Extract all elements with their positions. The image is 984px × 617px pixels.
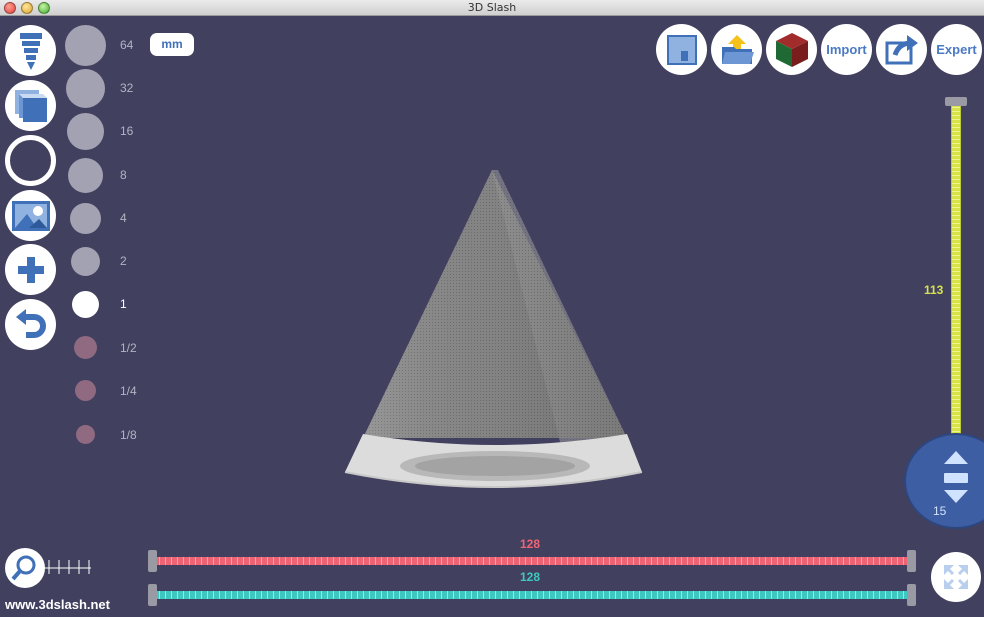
plus-icon	[17, 256, 44, 283]
brush-size-label: 64	[120, 38, 134, 52]
color-button[interactable]	[766, 24, 817, 75]
floppy-disk-icon	[666, 34, 697, 65]
knob-value: 15	[933, 504, 947, 518]
brush-size-16[interactable]: 16	[60, 112, 150, 152]
red-slider-value: 128	[520, 537, 541, 551]
window-titlebar: 3D Slash	[0, 0, 984, 16]
fullscreen-button[interactable]	[931, 552, 981, 602]
brush-dot-icon	[72, 291, 99, 318]
brush-size-label: 1	[120, 297, 127, 311]
brush-size-label: 4	[120, 211, 127, 225]
cube-tool-button[interactable]	[5, 80, 56, 131]
open-button[interactable]	[711, 24, 762, 75]
brush-size-2[interactable]: 2	[60, 244, 150, 284]
drill-tool-button[interactable]	[5, 25, 56, 76]
undo-icon	[15, 308, 46, 338]
knob-up-arrow-icon[interactable]	[944, 451, 968, 464]
add-tool-button[interactable]	[5, 244, 56, 295]
brush-size-32[interactable]: 32	[60, 68, 150, 108]
color-cube-icon	[775, 32, 808, 67]
brush-dot-icon	[65, 25, 106, 66]
red-slider-left-handle[interactable]	[148, 550, 157, 572]
window-title: 3D Slash	[467, 1, 517, 14]
teal-slider-right-handle[interactable]	[907, 584, 916, 606]
teal-slice-slider[interactable]	[154, 591, 910, 599]
brush-dot-icon	[66, 69, 105, 108]
3d-viewport[interactable]	[330, 160, 660, 500]
expert-button[interactable]: Expert	[931, 24, 982, 75]
share-button[interactable]	[876, 24, 927, 75]
website-link[interactable]: www.3dslash.net	[5, 597, 110, 612]
brush-dot-icon	[74, 336, 97, 359]
teal-slider-left-handle[interactable]	[148, 584, 157, 606]
brush-size-1[interactable]: 1	[60, 289, 150, 329]
open-folder-icon	[721, 34, 754, 64]
import-label: Import	[826, 42, 867, 57]
brush-size-label: 2	[120, 254, 127, 268]
brush-dot-icon	[71, 247, 100, 276]
brush-size-label: 16	[120, 124, 134, 138]
cube-stack-icon	[14, 89, 47, 122]
brush-dot-icon	[75, 380, 96, 401]
expand-arrows-icon	[944, 565, 968, 589]
brush-size-4[interactable]: 4	[60, 200, 150, 240]
image-icon	[11, 200, 50, 231]
brush-size-1-8[interactable]: 1/8	[60, 423, 150, 463]
circle-tool-button[interactable]	[5, 135, 56, 186]
import-button[interactable]: Import	[821, 24, 872, 75]
knob-down-arrow-icon[interactable]	[944, 490, 968, 503]
zoom-scale-ticks[interactable]	[45, 558, 93, 576]
brush-size-label: 8	[120, 168, 127, 182]
vertical-slider-top-handle[interactable]	[945, 97, 967, 106]
brush-dot-icon	[70, 203, 101, 234]
share-export-icon	[885, 34, 918, 64]
save-button[interactable]	[656, 24, 707, 75]
teal-slider-value: 128	[520, 570, 541, 584]
undo-button[interactable]	[5, 299, 56, 350]
knob-move-icon[interactable]	[944, 473, 968, 483]
brush-size-label: 1/2	[120, 341, 137, 355]
drill-icon	[19, 32, 42, 70]
red-slice-slider[interactable]	[154, 557, 910, 565]
brush-size-64[interactable]: 64	[60, 25, 150, 66]
brush-size-1-2[interactable]: 1/2	[60, 334, 150, 374]
brush-size-label: 32	[120, 81, 134, 95]
brush-size-label: 1/4	[120, 384, 137, 398]
brush-size-1-4[interactable]: 1/4	[60, 378, 150, 418]
expert-label: Expert	[936, 42, 977, 57]
brush-size-label: 1/8	[120, 428, 137, 442]
brush-dot-icon	[68, 158, 103, 193]
brush-size-8[interactable]: 8	[60, 156, 150, 196]
brush-dot-icon	[76, 425, 95, 444]
picture-tool-button[interactable]	[5, 190, 56, 241]
red-slider-right-handle[interactable]	[907, 550, 916, 572]
brush-dot-icon	[67, 113, 104, 150]
vertical-slider-value: 113	[924, 283, 944, 297]
cone-model	[344, 170, 643, 488]
unit-toggle-button[interactable]: mm	[150, 33, 194, 56]
magnifier-icon	[11, 555, 36, 581]
zoom-button[interactable]	[5, 548, 45, 588]
